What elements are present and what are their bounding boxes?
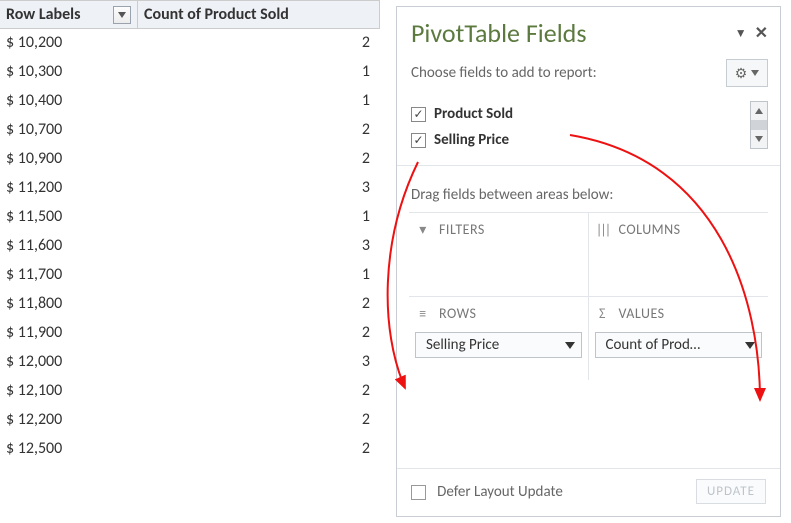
table-row[interactable]: $ 10,4001 — [0, 87, 380, 116]
table-row[interactable]: $ 11,8002 — [0, 290, 380, 319]
row-value: 2 — [138, 377, 380, 406]
rows-header: ROWS — [439, 305, 476, 322]
row-label: $ 10,900 — [0, 145, 138, 174]
rows-field-label: Selling Price — [426, 336, 499, 354]
row-value: 1 — [138, 87, 380, 116]
columns-area[interactable]: ||| COLUMNS — [589, 212, 769, 296]
table-row[interactable]: $ 10,2002 — [0, 29, 380, 58]
row-value: 2 — [138, 290, 380, 319]
row-label: $ 12,100 — [0, 377, 138, 406]
rows-field-pill[interactable]: Selling Price — [415, 332, 582, 358]
pivot-table: Row Labels Count of Product Sold $ 10,20… — [0, 0, 380, 523]
row-label: $ 10,200 — [0, 29, 138, 58]
field-item-selling-price[interactable]: ✓ Selling Price — [411, 127, 768, 153]
scroll-down-button[interactable] — [751, 130, 767, 148]
table-row[interactable]: $ 10,9002 — [0, 145, 380, 174]
pivot-header-row: Row Labels Count of Product Sold — [0, 0, 380, 29]
row-label: $ 11,500 — [0, 203, 138, 232]
chevron-up-icon — [755, 108, 763, 114]
table-row[interactable]: $ 10,3001 — [0, 58, 380, 87]
defer-layout-row[interactable]: Defer Layout Update — [411, 483, 563, 501]
row-label: $ 11,200 — [0, 174, 138, 203]
chevron-down-icon — [751, 70, 759, 76]
row-value: 3 — [138, 232, 380, 261]
row-label: $ 12,500 — [0, 435, 138, 464]
field-label: Product Sold — [434, 105, 513, 123]
row-value: 3 — [138, 174, 380, 203]
row-value: 1 — [138, 261, 380, 290]
row-label: $ 10,400 — [0, 87, 138, 116]
pane-title: PivotTable Fields — [411, 17, 587, 49]
row-labels-text: Row Labels — [6, 5, 80, 24]
table-row[interactable]: $ 11,5001 — [0, 203, 380, 232]
defer-label: Defer Layout Update — [437, 483, 563, 501]
table-row[interactable]: $ 11,6003 — [0, 232, 380, 261]
count-header: Count of Product Sold — [138, 1, 380, 28]
pane-subtitle: Choose fields to add to report: — [411, 64, 597, 82]
row-value: 2 — [138, 435, 380, 464]
row-value: 2 — [138, 116, 380, 145]
checkbox-unchecked-icon[interactable] — [411, 485, 426, 500]
row-label: $ 11,800 — [0, 290, 138, 319]
row-label: $ 11,700 — [0, 261, 138, 290]
row-label: $ 12,000 — [0, 348, 138, 377]
values-field-label: Count of Prod… — [606, 336, 701, 354]
sigma-icon: Σ — [595, 305, 611, 322]
table-row[interactable]: $ 10,7002 — [0, 116, 380, 145]
checkbox-checked-icon[interactable]: ✓ — [411, 133, 426, 148]
table-row[interactable]: $ 11,9002 — [0, 319, 380, 348]
checkbox-checked-icon[interactable]: ✓ — [411, 107, 426, 122]
chevron-down-icon — [565, 342, 575, 349]
scroll-up-button[interactable] — [751, 102, 767, 120]
field-list-scrollbar[interactable] — [750, 101, 768, 149]
field-item-product-sold[interactable]: ✓ Product Sold — [411, 101, 768, 127]
count-header-text: Count of Product Sold — [144, 5, 289, 24]
pivottable-fields-pane: PivotTable Fields ▼ ✕ Choose fields to a… — [396, 6, 781, 517]
scroll-thumb[interactable] — [751, 120, 767, 130]
close-icon[interactable]: ✕ — [755, 23, 768, 43]
row-labels-filter-button[interactable] — [113, 6, 131, 24]
row-label: $ 11,900 — [0, 319, 138, 348]
table-row[interactable]: $ 12,1002 — [0, 377, 380, 406]
table-row[interactable]: $ 12,5002 — [0, 435, 380, 464]
field-list: ✓ Product Sold ✓ Selling Price — [397, 97, 780, 157]
row-label: $ 10,300 — [0, 58, 138, 87]
update-button[interactable]: UPDATE — [696, 479, 766, 504]
row-value: 2 — [138, 145, 380, 174]
row-label: $ 11,600 — [0, 232, 138, 261]
values-header: VALUES — [619, 305, 665, 322]
row-value: 1 — [138, 203, 380, 232]
filters-area[interactable]: ▾ FILTERS — [409, 212, 589, 296]
values-field-pill[interactable]: Count of Prod… — [595, 332, 763, 358]
table-row[interactable]: $ 11,2003 — [0, 174, 380, 203]
row-value: 2 — [138, 29, 380, 58]
filters-header: FILTERS — [439, 221, 485, 238]
filter-icon: ▾ — [415, 221, 431, 238]
rows-icon: ≡ — [415, 305, 431, 322]
table-row[interactable]: $ 12,2002 — [0, 406, 380, 435]
columns-icon: ||| — [595, 221, 611, 238]
tools-button[interactable]: ⚙ — [726, 59, 768, 87]
rows-area[interactable]: ≡ ROWS Selling Price — [409, 296, 589, 380]
pivot-body: $ 10,2002$ 10,3001$ 10,4001$ 10,7002$ 10… — [0, 29, 380, 464]
columns-header: COLUMNS — [619, 221, 681, 238]
chevron-down-icon[interactable]: ▼ — [735, 26, 747, 41]
chevron-down-icon — [118, 12, 126, 18]
drag-instruction: Drag fields between areas below: — [397, 165, 780, 212]
row-value: 2 — [138, 319, 380, 348]
row-value: 2 — [138, 406, 380, 435]
row-labels-header: Row Labels — [0, 1, 138, 28]
drop-areas: ▾ FILTERS ||| COLUMNS ≡ ROWS Selling Pri… — [397, 212, 780, 380]
row-value: 1 — [138, 58, 380, 87]
gear-icon: ⚙ — [735, 65, 748, 82]
values-area[interactable]: Σ VALUES Count of Prod… — [589, 296, 769, 380]
row-label: $ 12,200 — [0, 406, 138, 435]
table-row[interactable]: $ 11,7001 — [0, 261, 380, 290]
chevron-down-icon — [745, 342, 755, 349]
row-label: $ 10,700 — [0, 116, 138, 145]
table-row[interactable]: $ 12,0003 — [0, 348, 380, 377]
chevron-down-icon — [755, 136, 763, 142]
row-value: 3 — [138, 348, 380, 377]
field-label: Selling Price — [434, 131, 509, 149]
